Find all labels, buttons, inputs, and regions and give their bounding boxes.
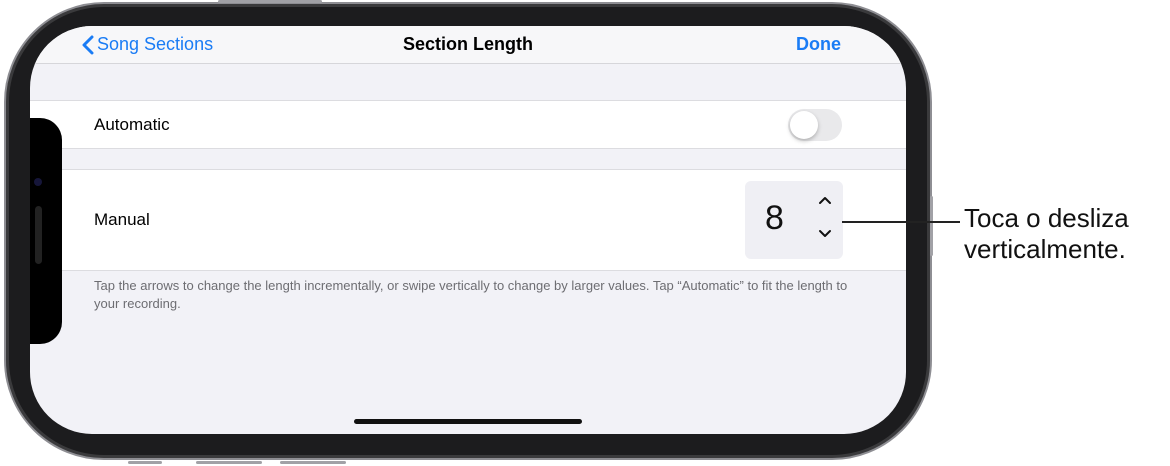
callout-line-1: Toca o desliza — [964, 203, 1129, 233]
callout-line-2: verticalmente. — [964, 234, 1126, 264]
increment-button[interactable] — [815, 191, 835, 209]
camera-icon — [34, 178, 42, 186]
hardware-button-bottom-3 — [280, 461, 346, 464]
length-stepper[interactable]: 8 — [745, 181, 843, 259]
hardware-button-right — [930, 196, 933, 256]
callout-text: Toca o desliza verticalmente. — [964, 203, 1129, 265]
page-title: Section Length — [403, 34, 533, 54]
automatic-label: Automatic — [94, 115, 170, 134]
notch — [30, 118, 62, 344]
device-screen: Song Sections Section Length Done Automa… — [30, 26, 906, 434]
stepper-value: 8 — [765, 199, 784, 237]
navigation-bar: Song Sections Section Length Done — [30, 26, 906, 64]
callout-line — [842, 221, 960, 223]
home-indicator[interactable] — [354, 419, 582, 424]
hardware-button-bottom-1 — [128, 461, 162, 464]
help-footnote: Tap the arrows to change the length incr… — [94, 278, 848, 311]
speaker-icon — [35, 206, 42, 264]
chevron-down-icon — [819, 230, 831, 237]
automatic-row: Automatic — [30, 100, 906, 149]
manual-row: Manual 8 — [30, 169, 906, 271]
toggle-knob — [790, 111, 818, 139]
hardware-button-top — [218, 0, 322, 3]
manual-label: Manual — [94, 210, 150, 229]
done-button[interactable]: Done — [796, 34, 841, 55]
automatic-toggle[interactable] — [788, 109, 842, 141]
decrement-button[interactable] — [815, 225, 835, 243]
chevron-up-icon — [819, 197, 831, 204]
hardware-button-bottom-2 — [196, 461, 262, 464]
